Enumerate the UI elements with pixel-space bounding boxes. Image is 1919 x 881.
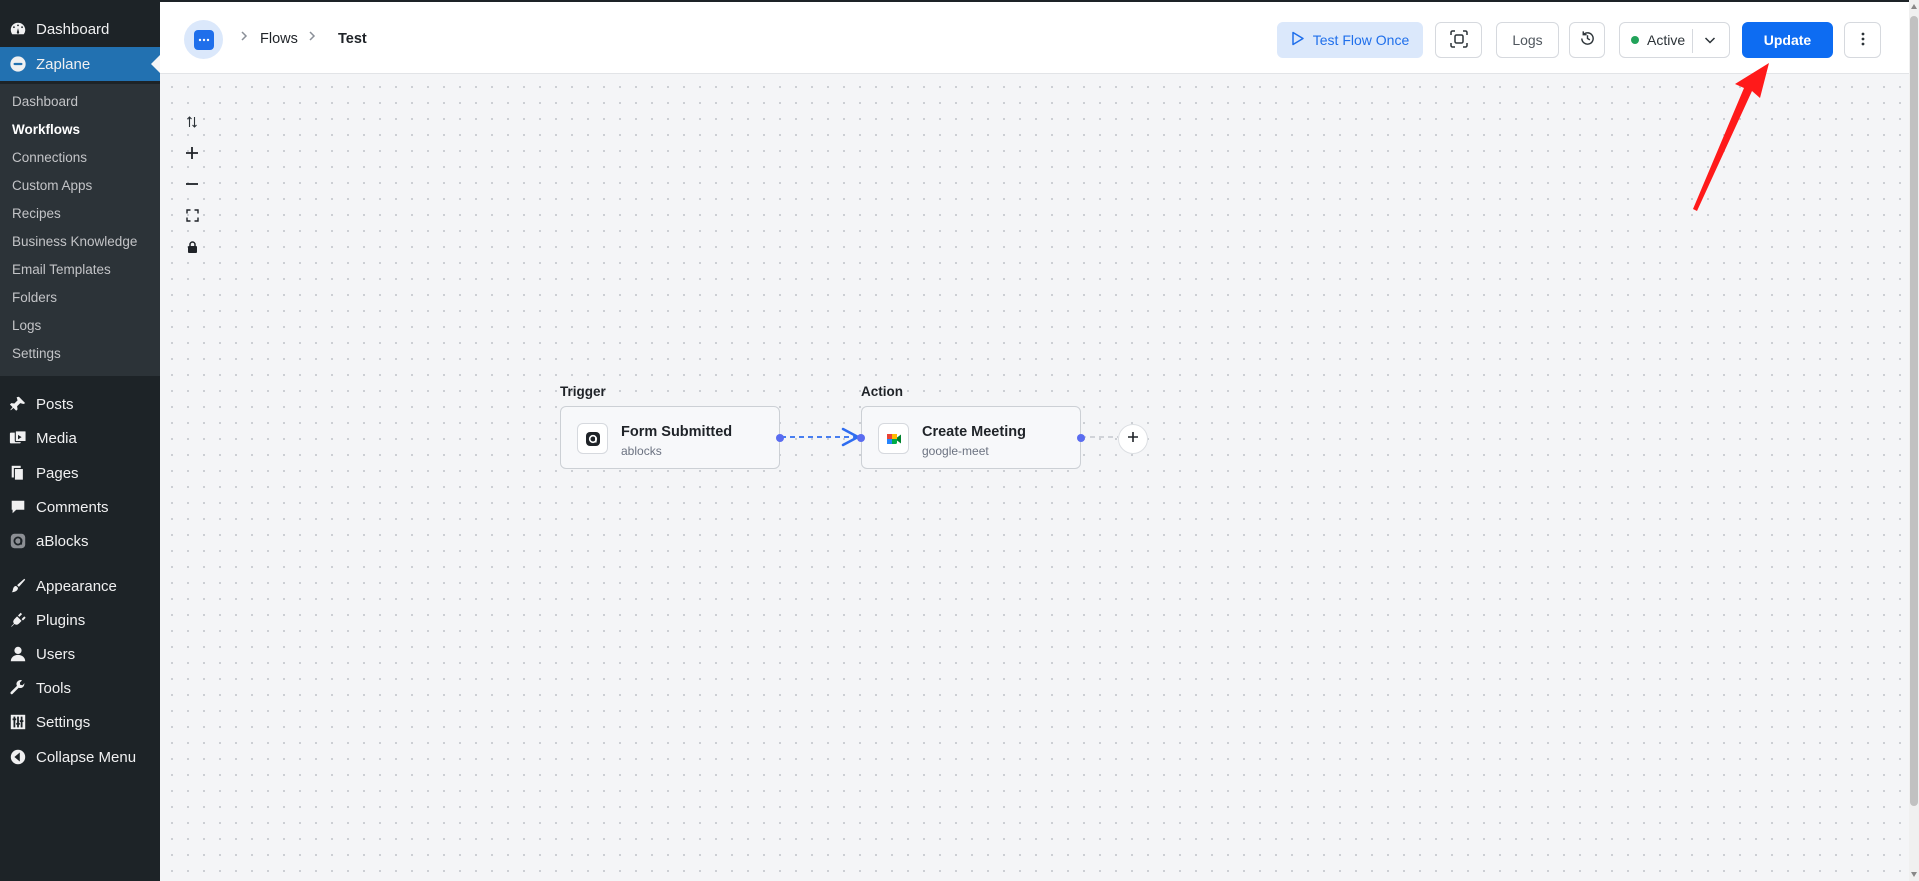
flow-header: Flows Test Test Flow Once Logs Active Up… (160, 0, 1909, 74)
flow-canvas[interactable]: Trigger Form Submitted ablocks Action Cr… (160, 75, 1909, 881)
add-step-button[interactable] (1118, 424, 1148, 454)
menu-collapse-label: Collapse Menu (36, 748, 137, 766)
menu-settings[interactable]: Settings (0, 705, 160, 739)
zaplane-submenu: Dashboard Workflows Connections Custom A… (0, 84, 160, 376)
menu-tools-label: Tools (36, 679, 72, 697)
menu-tools[interactable]: Tools (0, 671, 160, 705)
submenu-folders[interactable]: Folders (12, 290, 57, 305)
submenu-business-knowledge[interactable]: Business Knowledge (12, 234, 137, 249)
menu-ablocks[interactable]: aBlocks (0, 524, 160, 558)
menu-settings-label: Settings (36, 713, 91, 731)
kebab-menu-icon (1861, 32, 1865, 49)
ablocks-app-icon (577, 423, 608, 454)
menu-dashboard-label: Dashboard (36, 20, 110, 38)
pages-icon (8, 463, 28, 483)
menu-pages[interactable]: Pages (0, 456, 160, 490)
chevron-right-icon (240, 29, 248, 45)
status-dropdown[interactable]: Active (1619, 22, 1730, 58)
menu-posts[interactable]: Posts (0, 387, 160, 421)
menu-appearance-label: Appearance (36, 577, 117, 595)
ablocks-logo-icon (8, 531, 28, 551)
menu-plugins[interactable]: Plugins (0, 603, 160, 637)
breadcrumb-current: Test (338, 31, 367, 47)
action-input-handle[interactable] (857, 434, 865, 442)
menu-users-label: Users (36, 645, 76, 663)
trigger-node[interactable]: Form Submitted ablocks (560, 406, 784, 469)
pushpin-icon (8, 394, 28, 414)
submenu-connections[interactable]: Connections (12, 150, 87, 165)
menu-comments[interactable]: Comments (0, 490, 160, 524)
submenu-email-templates[interactable]: Email Templates (12, 262, 111, 277)
update-label: Update (1763, 32, 1812, 48)
logs-button[interactable]: Logs (1496, 22, 1559, 58)
submenu-dashboard[interactable]: Dashboard (12, 94, 78, 109)
sliders-icon (8, 712, 28, 732)
menu-plugins-label: Plugins (36, 611, 86, 629)
submenu-logs[interactable]: Logs (12, 318, 41, 333)
google-meet-icon (878, 423, 909, 454)
chevron-down-icon[interactable] (1703, 33, 1717, 50)
breadcrumb-flows[interactable]: Flows (260, 31, 298, 47)
trigger-output-handle[interactable] (776, 434, 784, 442)
media-icon (8, 428, 28, 448)
menu-dashboard[interactable]: Dashboard (0, 12, 160, 46)
zaplane-logo-icon (8, 54, 28, 74)
menu-media[interactable]: Media (0, 421, 160, 455)
action-app: google-meet (922, 444, 989, 458)
submenu-settings[interactable]: Settings (12, 346, 61, 361)
trigger-title: Form Submitted (621, 424, 733, 440)
vertical-scrollbar[interactable] (1909, 0, 1919, 881)
gauge-icon (8, 19, 28, 39)
flow-edges (781, 427, 1118, 447)
app-logo-button[interactable] (184, 20, 223, 59)
comment-bubble-icon (8, 497, 28, 517)
menu-zaplane-label: Zaplane (36, 55, 91, 73)
action-title: Create Meeting (922, 424, 1026, 440)
menu-comments-label: Comments (36, 498, 109, 516)
menu-users[interactable]: Users (0, 637, 160, 671)
test-flow-once-button[interactable]: Test Flow Once (1277, 22, 1423, 58)
plus-icon (1127, 430, 1139, 448)
paintbrush-icon (8, 576, 28, 596)
zaplane-logo-icon (193, 29, 214, 50)
annotation-arrow (1693, 63, 1769, 211)
collapse-arrow-icon (8, 747, 28, 767)
action-node[interactable]: Create Meeting google-meet (857, 406, 1085, 469)
plug-icon (8, 610, 28, 630)
wrench-icon (8, 678, 28, 698)
menu-collapse[interactable]: Collapse Menu (0, 740, 160, 774)
menu-ablocks-label: aBlocks (36, 532, 89, 550)
status-active-dot (1631, 36, 1639, 44)
screenshot-button[interactable] (1435, 22, 1482, 58)
history-icon (1579, 30, 1596, 50)
history-button[interactable] (1569, 22, 1605, 58)
admin-sidebar: Dashboard Zaplane Dashboard Workflows Co… (0, 0, 160, 881)
submenu-recipes[interactable]: Recipes (12, 206, 61, 221)
update-button[interactable]: Update (1742, 22, 1833, 58)
logs-label: Logs (1512, 32, 1543, 48)
action-section-label: Action (861, 384, 903, 399)
scroll-down-icon[interactable] (1911, 872, 1917, 877)
menu-appearance[interactable]: Appearance (0, 569, 160, 603)
trigger-section-label: Trigger (560, 384, 606, 399)
more-options-button[interactable] (1844, 22, 1881, 58)
action-output-handle[interactable] (1077, 434, 1085, 442)
trigger-app: ablocks (621, 444, 662, 458)
test-flow-once-label: Test Flow Once (1312, 32, 1410, 48)
status-divider (1692, 29, 1693, 53)
chevron-right-icon (308, 29, 316, 45)
scrollbar-thumb[interactable] (1910, 16, 1918, 806)
play-icon (1291, 31, 1305, 49)
submenu-workflows[interactable]: Workflows (12, 122, 80, 137)
submenu-custom-apps[interactable]: Custom Apps (12, 178, 92, 193)
user-icon (8, 644, 28, 664)
menu-zaplane[interactable]: Zaplane (0, 47, 160, 81)
menu-pages-label: Pages (36, 464, 79, 482)
status-label: Active (1647, 32, 1686, 48)
menu-posts-label: Posts (36, 395, 74, 413)
scan-frame-icon (1449, 29, 1468, 51)
menu-media-label: Media (36, 429, 77, 447)
scroll-up-icon[interactable] (1911, 4, 1917, 9)
